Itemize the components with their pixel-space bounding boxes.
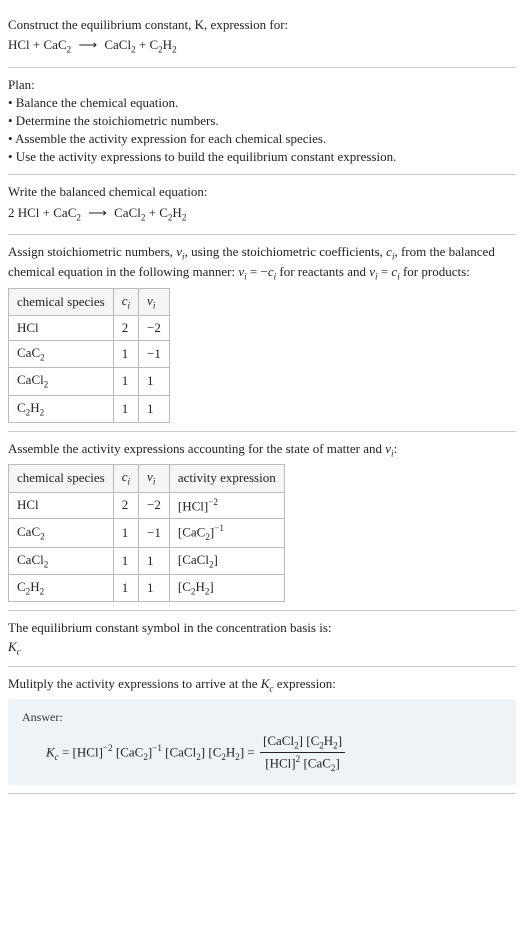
species-c2h2: C2H2 [159, 205, 186, 220]
cell-ci: 1 [113, 368, 138, 395]
col-activity: activity expression [169, 465, 284, 492]
kc-expression: Kc = [HCl]−2 [CaC2]−1 [CaCl2] [C2H2] = [… [22, 732, 502, 775]
cell-species: CaCl2 [9, 547, 114, 574]
activity-table: chemical species ci νi activity expressi… [8, 464, 285, 602]
kc-symbol-section: The equilibrium constant symbol in the c… [8, 611, 516, 667]
cell-vi: −1 [139, 341, 170, 368]
species-hcl: HCl [8, 37, 30, 52]
species-cacl2: CaCl2 [104, 37, 135, 52]
stoich-table: chemical species ci νi HCl 2 −2 CaC2 1 −… [8, 288, 170, 423]
cell-ci: 2 [113, 492, 138, 519]
table-row: C2H2 1 1 [9, 395, 170, 422]
plan-section: Plan: • Balance the chemical equation. •… [8, 68, 516, 176]
kc-intro: The equilibrium constant symbol in the c… [8, 619, 516, 637]
col-species: chemical species [9, 465, 114, 492]
cell-vi: −2 [139, 315, 170, 340]
activity-section: Assemble the activity expressions accoun… [8, 432, 516, 611]
cell-species: CaCl2 [9, 368, 114, 395]
cell-activity: [HCl]−2 [169, 492, 284, 519]
cell-species: C2H2 [9, 395, 114, 422]
col-ci: ci [113, 288, 138, 315]
species-cac2: CaC2 [44, 37, 72, 52]
reaction-arrow-icon: ⟶ [78, 36, 97, 54]
table-row: CaC2 1 −1 [9, 341, 170, 368]
cell-ci: 1 [113, 575, 138, 602]
balanced-intro: Write the balanced chemical equation: [8, 183, 516, 201]
balanced-section: Write the balanced chemical equation: 2 … [8, 175, 516, 235]
table-row: C2H2 1 1 [C2H2] [9, 575, 285, 602]
answer-label: Answer: [22, 709, 502, 726]
cell-activity: [CaCl2] [169, 547, 284, 574]
stoich-section: Assign stoichiometric numbers, νi, using… [8, 235, 516, 432]
fraction: [CaCl2] [C2H2] [HCl]2 [CaC2] [260, 732, 345, 775]
col-species: chemical species [9, 288, 114, 315]
cell-ci: 1 [113, 547, 138, 574]
activity-intro: Assemble the activity expressions accoun… [8, 440, 516, 460]
plan-bullet: • Assemble the activity expression for e… [8, 130, 516, 148]
table-header-row: chemical species ci νi activity expressi… [9, 465, 285, 492]
plan-bullet: • Balance the chemical equation. [8, 94, 516, 112]
col-vi: νi [139, 465, 170, 492]
cell-ci: 1 [113, 395, 138, 422]
problem-title: Construct the equilibrium constant, K, e… [8, 16, 516, 34]
cell-species: HCl [9, 492, 114, 519]
coefficient: 2 [8, 205, 15, 220]
kc-symbol: Kc [8, 638, 516, 658]
cell-vi: −1 [139, 519, 170, 548]
cell-ci: 1 [113, 341, 138, 368]
table-row: HCl 2 −2 [HCl]−2 [9, 492, 285, 519]
cell-ci: 1 [113, 519, 138, 548]
cell-species: HCl [9, 315, 114, 340]
denominator: [HCl]2 [CaC2] [260, 753, 345, 775]
stoich-intro: Assign stoichiometric numbers, νi, using… [8, 243, 516, 284]
table-row: CaCl2 1 1 [CaCl2] [9, 547, 285, 574]
problem-statement: Construct the equilibrium constant, K, e… [8, 8, 516, 68]
cell-species: CaC2 [9, 341, 114, 368]
cell-ci: 2 [113, 315, 138, 340]
species-cac2: CaC2 [53, 205, 81, 220]
cell-vi: 1 [139, 368, 170, 395]
final-section: Mulitply the activity expressions to arr… [8, 667, 516, 794]
reaction-arrow-icon: ⟶ [88, 204, 107, 222]
plan-label: Plan: [8, 76, 516, 94]
cell-vi: −2 [139, 492, 170, 519]
col-ci: ci [113, 465, 138, 492]
table-header-row: chemical species ci νi [9, 288, 170, 315]
table-row: CaC2 1 −1 [CaC2]−1 [9, 519, 285, 548]
species-cacl2: CaCl2 [114, 205, 145, 220]
cell-activity: [C2H2] [169, 575, 284, 602]
table-row: CaCl2 1 1 [9, 368, 170, 395]
final-intro: Mulitply the activity expressions to arr… [8, 675, 516, 695]
cell-species: C2H2 [9, 575, 114, 602]
cell-vi: 1 [139, 575, 170, 602]
table-row: HCl 2 −2 [9, 315, 170, 340]
answer-box: Answer: Kc = [HCl]−2 [CaC2]−1 [CaCl2] [C… [8, 699, 516, 785]
cell-vi: 1 [139, 547, 170, 574]
cell-species: CaC2 [9, 519, 114, 548]
plan-bullet: • Use the activity expressions to build … [8, 148, 516, 166]
species-hcl: HCl [18, 205, 40, 220]
cell-vi: 1 [139, 395, 170, 422]
unbalanced-equation: HCl + CaC2 ⟶ CaCl2 + C2H2 [8, 36, 516, 56]
col-vi: νi [139, 288, 170, 315]
balanced-equation: 2 HCl + CaC2 ⟶ CaCl2 + C2H2 [8, 204, 516, 224]
plan-bullet: • Determine the stoichiometric numbers. [8, 112, 516, 130]
cell-activity: [CaC2]−1 [169, 519, 284, 548]
numerator: [CaCl2] [C2H2] [260, 732, 345, 753]
species-c2h2: C2H2 [149, 37, 176, 52]
